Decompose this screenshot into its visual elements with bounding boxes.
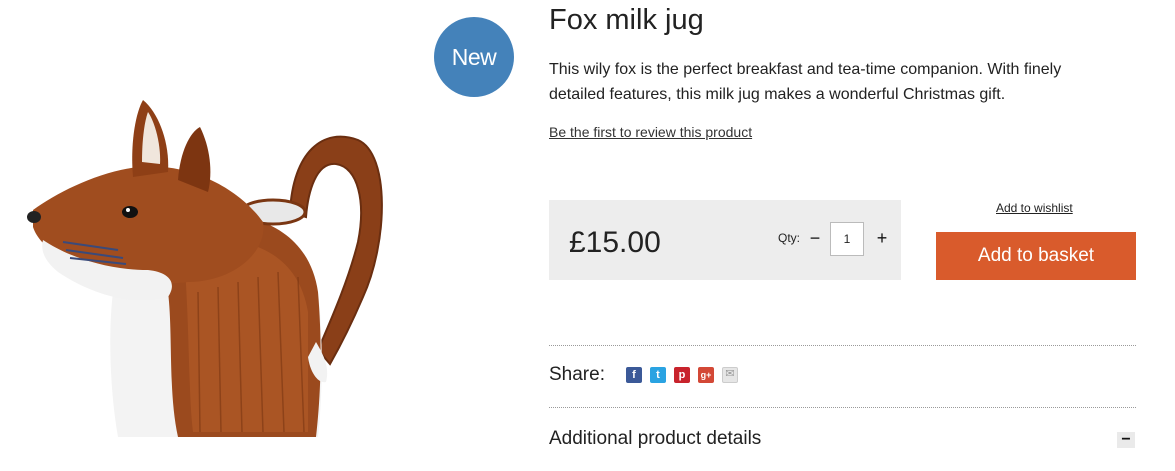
review-link[interactable]: Be the first to review this product	[549, 124, 752, 140]
pinterest-icon[interactable]: p	[674, 367, 690, 383]
product-price: £15.00	[569, 226, 661, 259]
google-plus-icon[interactable]: g+	[698, 367, 714, 383]
product-description: This wily fox is the perfect breakfast a…	[549, 61, 1062, 103]
additional-details-title[interactable]: Additional product details	[549, 428, 761, 450]
divider	[549, 407, 1136, 408]
facebook-icon[interactable]: f	[626, 367, 642, 383]
share-icons: f t p g+ ✉	[626, 367, 738, 383]
price-box: £15.00 Qty: − +	[549, 200, 901, 280]
share-label: Share:	[549, 364, 605, 385]
new-badge: New	[434, 17, 514, 97]
product-title: Fox milk jug	[549, 4, 704, 36]
add-to-wishlist-link[interactable]: Add to wishlist	[996, 201, 1073, 215]
qty-input[interactable]	[830, 222, 864, 256]
email-icon[interactable]: ✉	[722, 367, 738, 383]
add-to-basket-button[interactable]: Add to basket	[936, 232, 1136, 280]
divider	[549, 345, 1136, 346]
qty-decrease-button[interactable]: −	[808, 227, 822, 251]
qty-label: Qty:	[778, 231, 801, 245]
qty-increase-button[interactable]: +	[875, 227, 889, 251]
product-image	[27, 100, 383, 437]
collapse-icon[interactable]: −	[1117, 432, 1135, 448]
twitter-icon[interactable]: t	[650, 367, 666, 383]
